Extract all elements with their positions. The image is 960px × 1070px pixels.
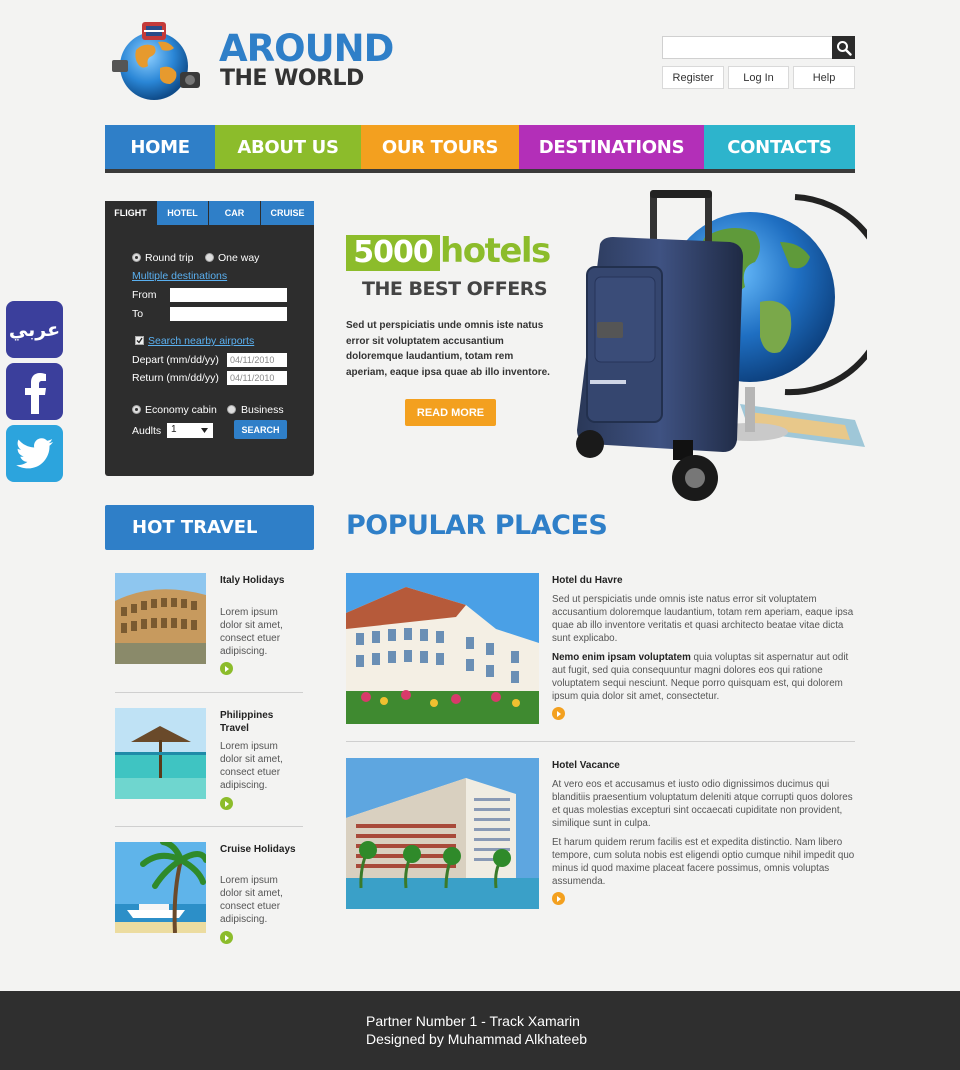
divider [346,741,855,742]
facebook-icon [24,372,46,414]
business-radio[interactable] [227,405,236,414]
search-icon [836,40,852,56]
chevron-down-icon [201,428,208,433]
place-title[interactable]: Hotel du Havre [552,575,623,586]
round-trip-label: Round trip [145,252,194,264]
login-link[interactable]: Log In [728,66,789,89]
place-paragraph: Sed ut perspiciatis unde omnis iste natu… [552,594,854,644]
hot-item-desc: Lorem ipsum dolor sit amet, consect etue… [220,741,283,791]
business-label: Business [241,404,284,416]
arrow-right-icon[interactable] [552,892,565,905]
hotel-vacance-image[interactable] [346,758,539,909]
round-trip-radio[interactable] [132,253,141,262]
depart-date-field[interactable]: 04/11/2010 [227,353,287,367]
arabic-language-button[interactable]: عربي [6,301,63,358]
to-label: To [132,308,144,320]
return-date-field[interactable]: 04/11/2010 [227,371,287,385]
adults-select[interactable]: 1 [167,423,213,438]
adults-value: 1 [171,424,177,435]
nearby-airports-link[interactable]: Search nearby airports [148,335,254,347]
hot-item-desc: Lorem ipsum dolor sit amet, consect etue… [220,875,283,925]
economy-radio[interactable] [132,405,141,414]
promo-text: Sed ut perspiciatis unde omnis iste natu… [346,320,550,378]
search-input[interactable] [662,36,833,59]
adults-label: Audlts [132,425,162,437]
arrow-right-icon[interactable] [220,931,233,944]
logo-subtitle: THE WORLD [220,66,364,91]
tab-flight[interactable]: FLIGHT [105,201,156,225]
arrow-right-icon[interactable] [552,707,565,720]
place-title[interactable]: Hotel Vacance [552,760,620,771]
register-link[interactable]: Register [662,66,724,89]
multiple-destinations-link[interactable]: Multiple destinations [132,270,227,282]
help-link[interactable]: Help [793,66,855,89]
nav-home[interactable]: HOME [105,125,215,169]
cruise-thumbnail[interactable] [115,842,206,933]
italy-thumbnail[interactable] [115,573,206,664]
tab-car[interactable]: CAR [209,201,260,225]
depart-label: Depart (mm/dd/yy) [132,354,219,366]
hot-item-title[interactable]: Italy Holidays [220,574,300,587]
to-field[interactable] [170,307,287,321]
nav-contacts[interactable]: CONTACTS [704,125,855,169]
twitter-icon [15,437,53,468]
suitcase-globe-image [555,182,891,507]
arrow-right-icon[interactable] [220,662,233,675]
promo-subtitle: THE BEST OFFERS [362,278,548,300]
search-button[interactable] [832,36,855,59]
one-way-label: One way [218,252,260,264]
nav-underline [105,169,855,173]
one-way-radio[interactable] [205,253,214,262]
hot-item-title[interactable]: Cruise Holidays [220,843,300,856]
from-label: From [132,289,157,301]
tab-hotel[interactable]: HOTEL [157,201,208,225]
logo-title: AROUND [219,27,394,70]
footer-line-1: Partner Number 1 - Track Xamarin [366,1013,580,1029]
nav-our-tours[interactable]: OUR TOURS [361,125,519,169]
promo-word: hotels [440,231,551,271]
facebook-button[interactable] [6,363,63,420]
twitter-button[interactable] [6,425,63,482]
place-paragraph: At vero eos et accusamus et iusto odio d… [552,779,853,829]
footer-line-2: Designed by Muhammad Alkhateeb [366,1031,588,1047]
hot-travel-header: HOT TRAVEL [105,505,314,550]
nearby-airports-checkbox[interactable] [135,336,144,345]
divider [115,692,303,693]
return-label: Return (mm/dd/yy) [132,372,219,384]
read-more-button[interactable]: READ MORE [405,399,496,426]
tab-cruise[interactable]: CRUISE [261,201,314,225]
economy-label: Economy cabin [145,404,217,416]
from-field[interactable] [170,288,287,302]
main-nav: HOME ABOUT US OUR TOURS DESTINATIONS CON… [105,125,855,169]
divider [115,826,303,827]
logo-globe-icon[interactable] [108,20,204,102]
place-paragraph: Nemo enim ipsam voluptatem quia voluptas… [552,651,855,703]
hot-item-title[interactable]: Philippines Travel [220,709,300,735]
nav-about-us[interactable]: ABOUT US [215,125,361,169]
nav-destinations[interactable]: DESTINATIONS [519,125,704,169]
booking-widget: FLIGHT HOTEL CAR CRUISE Round trip One w… [105,201,314,476]
place-paragraph-bold: Nemo enim ipsam voluptatem [552,652,691,663]
philippines-thumbnail[interactable] [115,708,206,799]
hotel-du-havre-image[interactable] [346,573,539,724]
flight-search-button[interactable]: SEARCH [234,420,287,439]
arrow-right-icon[interactable] [220,797,233,810]
popular-places-title: POPULAR PLACES [346,510,608,541]
checkmark-icon [136,337,143,344]
hot-item-desc: Lorem ipsum dolor sit amet, consect etue… [220,607,283,657]
promo-number: 5000 [346,235,440,271]
place-paragraph: Et harum quidem rerum facilis est et exp… [552,837,855,887]
